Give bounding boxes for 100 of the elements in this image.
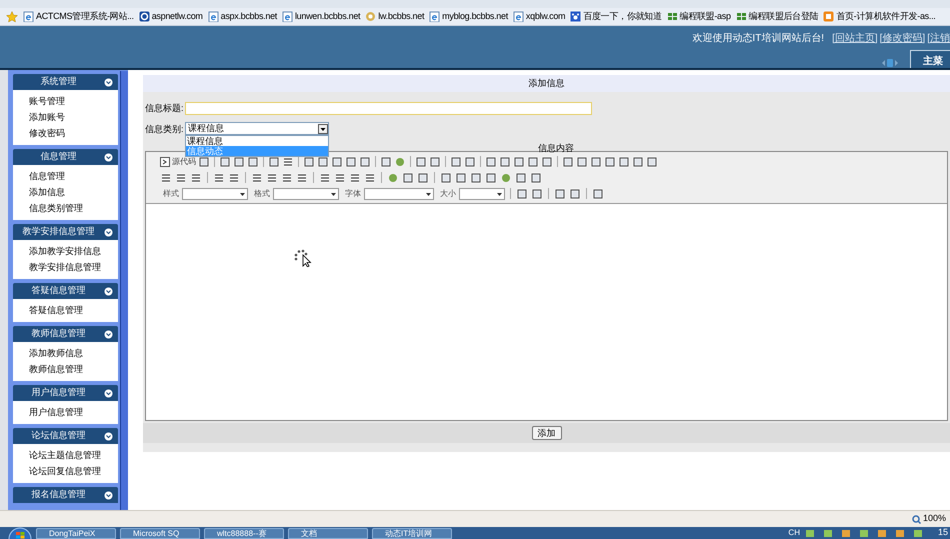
chevron-circle-icon[interactable] xyxy=(104,152,113,162)
editor-tool-icon[interactable] xyxy=(266,172,278,184)
editor-tool-icon[interactable] xyxy=(527,156,539,168)
taskbar-button[interactable]: Microsoft SQ xyxy=(120,528,200,539)
editor-tool-icon[interactable] xyxy=(219,156,231,168)
editor-tool-icon[interactable] xyxy=(349,172,361,184)
editor-tool-icon[interactable] xyxy=(513,156,525,168)
sidebar-scrollbar[interactable] xyxy=(120,71,128,510)
sidebar-item[interactable]: 添加教师信息 xyxy=(29,347,83,360)
sidebar-item[interactable]: 教师信息管理 xyxy=(29,363,83,376)
start-button-icon[interactable] xyxy=(8,527,32,539)
zoom-level[interactable]: 100% xyxy=(922,512,946,526)
editor-tool-icon[interactable] xyxy=(359,156,371,168)
dropdown-option[interactable]: 课程信息 xyxy=(186,136,328,146)
category-select[interactable]: 课程信息 xyxy=(185,122,329,135)
bookmark-link[interactable]: 编程联盟后台登陆 xyxy=(748,10,818,24)
group-header[interactable]: 教师信息管理 xyxy=(13,326,118,342)
editor-tool-icon[interactable] xyxy=(470,172,482,184)
editor-tool-icon[interactable] xyxy=(562,156,574,168)
group-header[interactable]: 论坛信息管理 xyxy=(13,428,118,444)
group-header[interactable]: 系统管理 xyxy=(13,74,118,90)
zoom-icon[interactable] xyxy=(912,514,921,524)
sidebar-item[interactable]: 信息类别管理 xyxy=(29,202,83,215)
editor-tool-icon[interactable] xyxy=(499,156,511,168)
header-link[interactable]: [回站主页] xyxy=(832,30,878,46)
editor-tool-icon[interactable] xyxy=(569,188,581,200)
editor-tool-icon[interactable] xyxy=(531,188,543,200)
editor-tool-icon[interactable] xyxy=(247,156,259,168)
editor-tool-icon[interactable] xyxy=(417,172,429,184)
editor-tool-icon[interactable] xyxy=(618,156,630,168)
editor-tool-icon[interactable] xyxy=(646,156,658,168)
bookmark-link[interactable]: 百度一下，你就知道 xyxy=(583,10,662,24)
editor-tool-icon[interactable] xyxy=(576,156,588,168)
editor-tool-icon[interactable] xyxy=(296,172,308,184)
editor-tool-icon[interactable] xyxy=(213,172,225,184)
taskbar-button[interactable]: 文档 xyxy=(288,528,368,539)
group-header[interactable]: 信息管理 xyxy=(13,149,118,165)
editor-tool-icon[interactable] xyxy=(554,188,566,200)
group-header[interactable]: 教学安排信息管理 xyxy=(13,224,118,240)
group-header[interactable]: 用户信息管理 xyxy=(13,385,118,401)
bookmark-link[interactable]: xqblw.com xyxy=(526,10,566,24)
editor-tool-icon[interactable] xyxy=(592,188,604,200)
group-header[interactable]: 答疑信息管理 xyxy=(13,283,118,299)
chevron-circle-icon[interactable] xyxy=(104,490,113,500)
chevron-circle-icon[interactable] xyxy=(104,388,113,398)
editor-tool-icon[interactable] xyxy=(233,156,245,168)
editor-tool-icon[interactable] xyxy=(440,172,452,184)
editor-tool-icon[interactable] xyxy=(198,156,210,168)
header-link[interactable]: [注销 xyxy=(927,30,950,46)
editor-tool-icon[interactable] xyxy=(415,156,427,168)
editor-tool-icon[interactable] xyxy=(251,172,263,184)
editor-tool-icon[interactable] xyxy=(303,156,315,168)
menu-tab[interactable]: 主菜 xyxy=(910,50,950,68)
sidebar-item[interactable]: 添加教学安排信息 xyxy=(29,245,101,258)
editor-tool-icon[interactable] xyxy=(331,156,343,168)
title-input[interactable] xyxy=(185,102,592,115)
taskbar-button[interactable]: 动态IT培训网 xyxy=(372,528,452,539)
editor-tool-icon[interactable] xyxy=(317,156,329,168)
taskbar-button[interactable]: wltc88888--赛 xyxy=(204,528,284,539)
chevron-circle-icon[interactable] xyxy=(104,330,113,338)
bookmark-link[interactable]: lw.bcbbs.net xyxy=(378,10,424,24)
bookmark-link[interactable]: aspx.bcbbs.net xyxy=(220,10,277,24)
editor-tool-icon[interactable] xyxy=(515,172,527,184)
editor-tool-icon[interactable] xyxy=(190,172,202,184)
editor-tool-icon[interactable] xyxy=(464,156,476,168)
taskbar-button[interactable]: DongTaiPeiX xyxy=(36,528,116,539)
bookmark-link[interactable]: 编程联盟-asp xyxy=(680,10,731,24)
group-header[interactable]: 报名信息管理 xyxy=(13,487,118,503)
editor-tool-icon[interactable] xyxy=(319,172,331,184)
editor-tool-icon[interactable] xyxy=(268,156,280,168)
editor-tool-icon[interactable] xyxy=(364,172,376,184)
editor-tool-icon[interactable] xyxy=(281,172,293,184)
editor-tool-icon[interactable] xyxy=(455,172,467,184)
sidebar-item[interactable]: 论坛回复信息管理 xyxy=(29,465,101,478)
chevron-circle-icon[interactable] xyxy=(104,286,113,296)
chevron-circle-icon[interactable] xyxy=(104,432,113,440)
editor-tool-icon[interactable] xyxy=(402,172,414,184)
editor-tool-icon[interactable] xyxy=(632,156,644,168)
editor-tool-icon[interactable] xyxy=(485,156,497,168)
editor-tool-icon[interactable] xyxy=(282,156,294,168)
language-indicator[interactable]: CH xyxy=(788,527,800,539)
editor-tool-icon[interactable] xyxy=(334,172,346,184)
editor-tool-icon[interactable] xyxy=(228,172,240,184)
star-icon[interactable] xyxy=(6,10,18,22)
sidebar-item[interactable]: 添加账号 xyxy=(29,111,65,124)
sidebar-item[interactable]: 账号管理 xyxy=(29,95,65,108)
editor-tool-icon[interactable] xyxy=(345,156,357,168)
editor-tool-icon[interactable] xyxy=(175,172,187,184)
editor-tool-icon[interactable] xyxy=(485,172,497,184)
editor-tool-icon[interactable] xyxy=(590,156,602,168)
bookmark-link[interactable]: 首页-计算机软件开发-as... xyxy=(836,10,936,24)
sidebar-item[interactable]: 教学安排信息管理 xyxy=(29,261,101,274)
bookmark-link[interactable]: ACTCMS管理系统-网站... xyxy=(36,10,134,24)
sidebar-item[interactable]: 添加信息 xyxy=(29,186,65,199)
editor-tool-icon[interactable] xyxy=(541,156,553,168)
sidebar-item[interactable]: 论坛主题信息管理 xyxy=(29,449,101,462)
editor-tool-icon[interactable] xyxy=(516,188,528,200)
bookmark-link[interactable]: myblog.bcbbs.net xyxy=(442,10,508,24)
editor-tool-icon[interactable] xyxy=(380,156,392,168)
editor-tool-icon[interactable] xyxy=(530,172,542,184)
